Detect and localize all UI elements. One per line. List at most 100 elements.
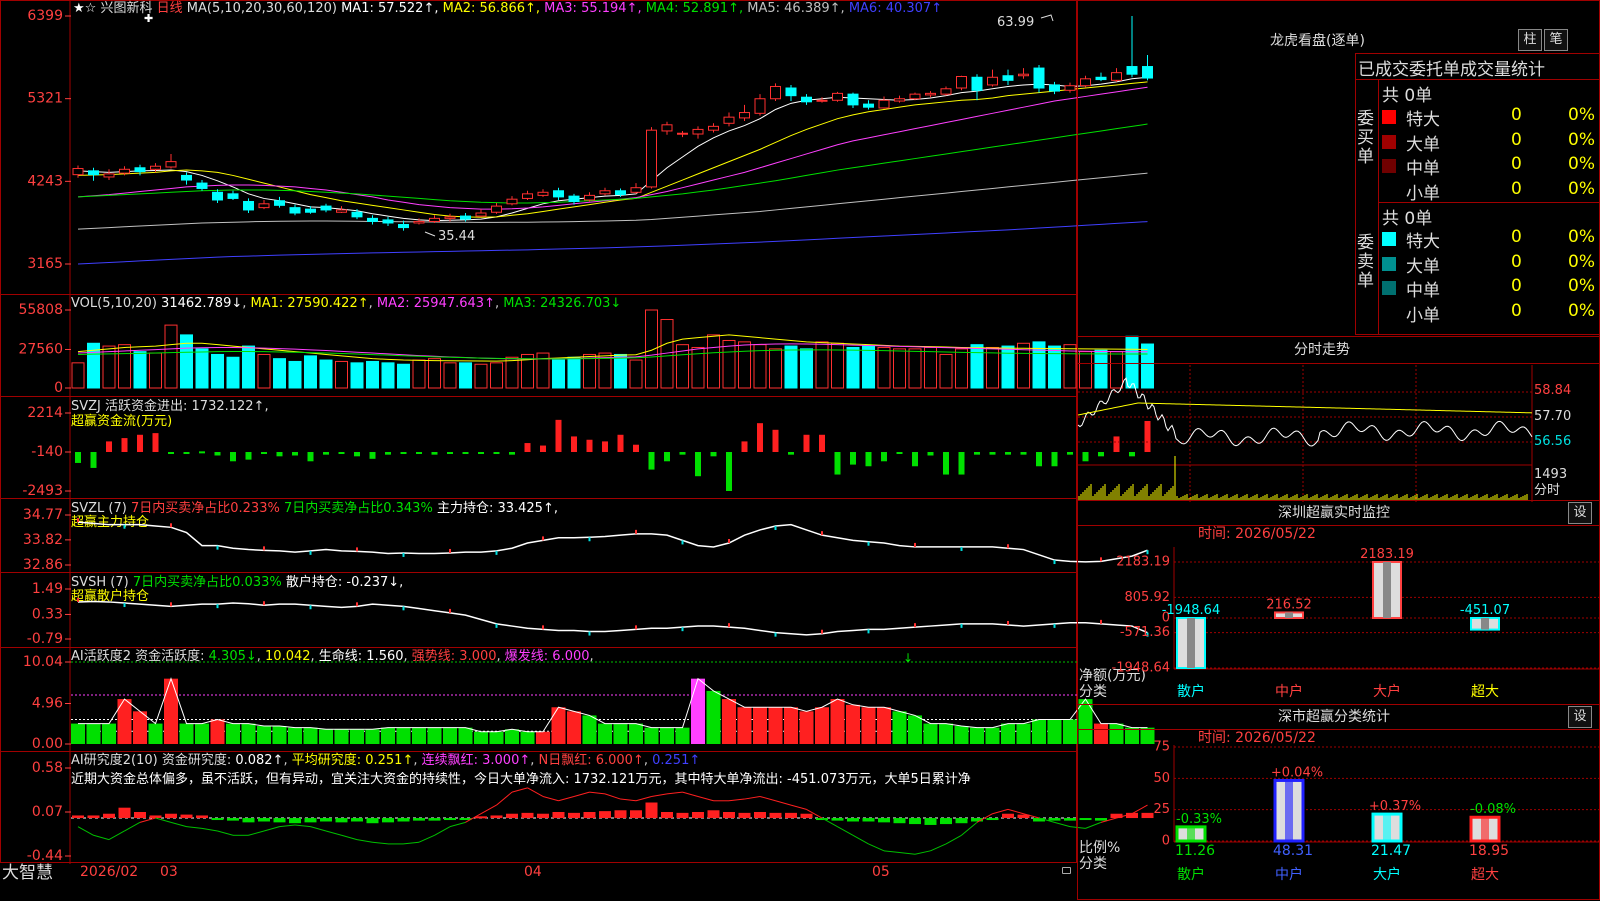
class-tick-label: 50 bbox=[1153, 771, 1170, 786]
research-line-seg bbox=[930, 843, 947, 852]
activity-bar bbox=[319, 729, 333, 744]
research-line-seg bbox=[310, 826, 327, 832]
legend-swatch bbox=[1382, 281, 1396, 295]
research-line-seg bbox=[635, 795, 652, 802]
activity-bar bbox=[179, 723, 194, 744]
buy-total: 共 0单 bbox=[1382, 86, 1433, 106]
research-line-seg bbox=[201, 827, 218, 832]
net-value-label: -1948.64 bbox=[1162, 603, 1220, 618]
order-count: 0 bbox=[1511, 276, 1522, 296]
research-bar bbox=[351, 818, 363, 822]
net-value-label: -451.07 bbox=[1460, 603, 1510, 618]
flow-bar bbox=[385, 452, 391, 455]
svzl-chart[interactable]: 34.77 33.82 32.86 bbox=[1, 499, 1149, 699]
net-bar-shade bbox=[1481, 618, 1489, 630]
candle-body bbox=[1002, 75, 1014, 81]
research-bar bbox=[924, 818, 937, 825]
research-line-seg bbox=[852, 834, 869, 845]
down-arrow-icon: ↓ bbox=[903, 651, 913, 665]
date-tick-apr: 04 bbox=[524, 864, 542, 880]
flow-bar bbox=[447, 452, 453, 455]
activity-bar bbox=[241, 723, 256, 744]
candle-body bbox=[894, 98, 905, 102]
order-size-label: 中单 bbox=[1406, 281, 1440, 301]
lock-icon[interactable] bbox=[1062, 867, 1071, 874]
volume-bar bbox=[552, 359, 565, 389]
category-label: 中户 bbox=[1275, 683, 1303, 700]
legend-swatch bbox=[1382, 134, 1396, 149]
research-bar bbox=[955, 818, 968, 824]
research-bar bbox=[537, 813, 549, 819]
volume-bar bbox=[815, 341, 829, 389]
research-bar bbox=[72, 815, 84, 819]
flow-bar bbox=[90, 452, 97, 468]
candle-body bbox=[413, 220, 425, 224]
candle-body bbox=[227, 193, 239, 199]
kline-chart[interactable]: 6399 5321 4243 3165 ✚ bbox=[1, 1, 1153, 296]
research-line-seg bbox=[1054, 821, 1071, 828]
ai-research-chart[interactable]: 0.580.07-0.44 bbox=[1, 752, 1154, 864]
candle-body bbox=[289, 207, 301, 214]
ai-research-panel[interactable]: AI研究度2(10) 资金研究度: 0.082↑, 平均研究度: 0.251↑,… bbox=[0, 751, 1154, 864]
volume-panel[interactable]: VOL(5,10,20) 31462.789↓, MA1: 27590.422↑… bbox=[0, 294, 1154, 398]
volume-bar bbox=[381, 362, 395, 389]
bar-mode-button[interactable]: 柱 bbox=[1518, 29, 1542, 51]
net-bar-shade bbox=[1187, 618, 1195, 668]
volume-chart[interactable]: 55808 27560 0 bbox=[1, 295, 1154, 398]
monitor-chart[interactable]: 2183.19805.920-571.36-1948.64-1948.64散户2… bbox=[1078, 501, 1600, 706]
flow-bar bbox=[137, 434, 143, 453]
svzj-chart[interactable]: 2214 -140 -2493 bbox=[1, 397, 1151, 500]
kline-panel[interactable]: ★☆ 兴图新科 日线 MA(5,10,20,30,60,120) MA1: 57… bbox=[0, 0, 1153, 296]
ai-active-panel[interactable]: AI活跃度2 资金活跃度: 4.305↓, 10.042, 生命线: 1.560… bbox=[0, 647, 1155, 753]
activity-bar bbox=[164, 678, 178, 744]
research-bar bbox=[1064, 818, 1076, 821]
flow-bar bbox=[788, 452, 794, 455]
legend-swatch bbox=[1382, 110, 1396, 124]
net-bar-shade bbox=[1383, 562, 1391, 619]
dragon-tabs[interactable]: 已成交委托单成交量统计 bbox=[1358, 55, 1600, 80]
ai-active-chart[interactable]: 10.04 4.96 0.00 ↓ bbox=[1, 648, 1155, 753]
activity-bar bbox=[505, 729, 519, 744]
volume-bar bbox=[614, 353, 627, 389]
candle-body bbox=[692, 128, 704, 135]
flow-bar bbox=[1005, 452, 1011, 455]
activity-bar bbox=[102, 723, 116, 744]
research-line-seg bbox=[279, 824, 296, 828]
activity-bar bbox=[257, 726, 271, 744]
brand-label[interactable]: 大智慧 bbox=[2, 864, 53, 882]
candle-body bbox=[134, 167, 146, 173]
order-percent: 0% bbox=[1568, 276, 1595, 296]
candle-body bbox=[785, 87, 797, 97]
flow-bar bbox=[462, 452, 469, 455]
intraday-chart[interactable] bbox=[1077, 337, 1600, 502]
research-bar bbox=[103, 813, 115, 819]
volume-bar bbox=[490, 362, 503, 389]
flow-bar bbox=[199, 451, 205, 454]
activity-bar bbox=[381, 727, 395, 744]
research-bar bbox=[149, 815, 162, 819]
intraday-panel[interactable]: 分时走势 58.84 57.70 56.56 1493 分时 bbox=[1077, 336, 1600, 502]
flow-bar bbox=[276, 452, 283, 457]
svzl-panel[interactable]: SVZL (7) 7日内买卖净占比0.233% 7日内买卖净占比0.343% 主… bbox=[0, 498, 1149, 699]
flow-bar bbox=[1036, 452, 1042, 467]
activity-bar bbox=[892, 711, 907, 744]
monitor-panel[interactable]: 深圳超赢实时监控 设 时间: 2026/05/22 净额(万元) 分类 2183… bbox=[1077, 500, 1600, 705]
order-percent: 0% bbox=[1568, 227, 1595, 247]
class-stat-chart[interactable]: 75 50 25 0 -0.33% 11.26 散户 +0.04% 48.31 中户 +0.37% 2… bbox=[1078, 705, 1600, 901]
pen-mode-button[interactable]: 笔 bbox=[1544, 29, 1568, 51]
order-percent: 0% bbox=[1568, 154, 1595, 174]
volume-bar bbox=[211, 353, 224, 389]
activity-bar bbox=[210, 719, 225, 744]
volume-bar bbox=[908, 348, 922, 389]
svsh-chart[interactable]: 1.49 0.33 -0.79 bbox=[1, 573, 1149, 773]
research-bar bbox=[134, 812, 146, 819]
ratio-bar-shade bbox=[1285, 780, 1293, 841]
date-axis-bar[interactable]: 大智慧 2026/02 03 04 05 bbox=[0, 862, 1077, 882]
ratio-value-label: 11.26 bbox=[1175, 843, 1215, 859]
svsh-panel[interactable]: SVSH (7) 7日内买卖净占比0.033% 散户持仓: -0.237↓, 超… bbox=[0, 572, 1149, 773]
activity-bar bbox=[908, 715, 922, 744]
class-stat-panel[interactable]: 深市超赢分类统计 设 时间: 2026/05/22 比例% 分类 75 50 25 0… bbox=[1077, 704, 1600, 900]
research-bar bbox=[785, 812, 797, 819]
svzj-panel[interactable]: SVZJ 活跃资金进出: 1732.122↑, 超赢资金流(万元) 2214 -1… bbox=[0, 396, 1151, 500]
research-line-seg bbox=[868, 843, 885, 852]
